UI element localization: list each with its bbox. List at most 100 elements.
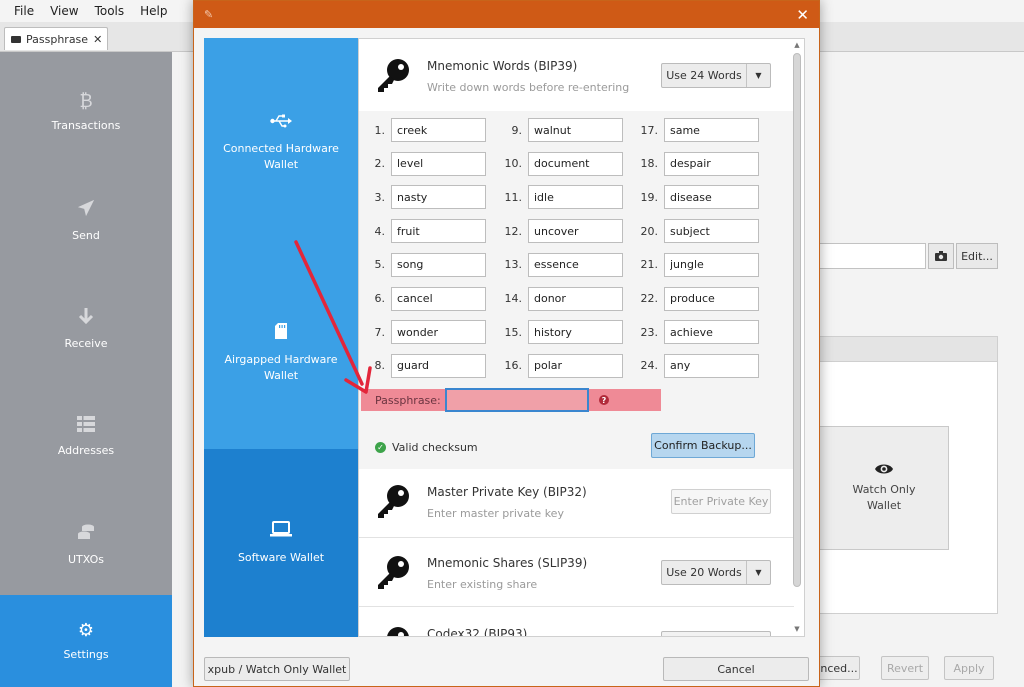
section-title: Mnemonic Words (BIP39)	[427, 59, 578, 73]
word-input[interactable]	[664, 118, 759, 142]
section-subtitle: Write down words before re-entering	[427, 81, 630, 94]
sidebar-item-transactions[interactable]: ₿ Transactions	[0, 66, 172, 158]
word-input[interactable]	[664, 353, 759, 378]
word-input[interactable]	[664, 286, 759, 311]
camera-button[interactable]	[928, 243, 954, 269]
checksum-label: Valid checksum	[392, 441, 478, 454]
word-input[interactable]	[391, 353, 486, 378]
word-number: 20.	[640, 224, 659, 238]
section-title: Mnemonic Shares (SLIP39)	[427, 556, 588, 570]
word-input[interactable]	[664, 320, 759, 345]
mnemonic-word-17: 17.	[632, 118, 759, 142]
send-icon	[77, 199, 95, 221]
menu-help[interactable]: Help	[132, 4, 175, 18]
word-input[interactable]	[391, 185, 486, 210]
option-connected-hardware-wallet[interactable]: Connected Hardware Wallet	[204, 88, 358, 198]
word-input[interactable]	[391, 118, 486, 142]
word-input[interactable]	[391, 252, 486, 277]
cancel-button[interactable]: Cancel	[663, 657, 809, 681]
keystore-panel-header	[818, 336, 998, 362]
mnemonic-word-3: 3.	[359, 185, 486, 210]
xpub-watch-only-button[interactable]: xpub / Watch Only Wallet	[204, 657, 350, 681]
word-number: 14.	[504, 292, 523, 305]
word-number: 24.	[640, 359, 659, 373]
option-software-wallet[interactable]: Software Wallet	[204, 449, 358, 637]
sidebar-item-addresses[interactable]: Addresses	[0, 390, 172, 482]
menu-tools[interactable]: Tools	[87, 4, 133, 18]
sidebar-item-settings[interactable]: ⚙ Settings	[0, 595, 172, 687]
word-input[interactable]	[391, 320, 486, 345]
key-icon	[378, 485, 409, 518]
enter-private-key-button[interactable]: Enter Private Key	[671, 489, 771, 514]
mnemonic-word-14: 14.	[496, 286, 623, 311]
word-number: 6.	[374, 292, 386, 305]
mnemonic-word-6: 6.	[359, 286, 486, 311]
mnemonic-words-section: Mnemonic Words (BIP39) Write down words …	[359, 39, 794, 469]
word-input[interactable]	[664, 151, 759, 176]
word-input[interactable]	[391, 219, 486, 244]
mnemonic-word-13: 13.	[496, 252, 623, 277]
sidebar-item-label: Receive	[64, 336, 108, 350]
word-number: 3.	[374, 190, 386, 204]
word-number: 22.	[640, 292, 659, 305]
mnemonic-word-5: 5.	[359, 252, 486, 277]
sidebar-item-receive[interactable]: Receive	[0, 282, 172, 374]
word-input[interactable]	[528, 252, 623, 277]
checksum-status: ✓ Valid checksum	[375, 441, 478, 454]
passphrase-input[interactable]	[445, 388, 589, 412]
word-input[interactable]	[664, 219, 759, 244]
word-input[interactable]	[528, 320, 623, 345]
word-input[interactable]	[391, 286, 486, 311]
word-input[interactable]	[528, 353, 623, 378]
menu-file[interactable]: File	[6, 4, 42, 18]
scroll-down-icon[interactable]: ▼	[792, 625, 802, 633]
mnemonic-word-20: 20.	[632, 219, 759, 244]
mnemonic-word-9: 9.	[496, 118, 623, 142]
scrollbar[interactable]: ▲ ▼	[792, 41, 802, 633]
key-icon	[387, 627, 409, 636]
mnemonic-word-16: 16.	[496, 353, 623, 378]
word-input[interactable]	[391, 151, 486, 176]
dialog-close-icon[interactable]: ✕	[796, 6, 809, 24]
word-input[interactable]	[528, 286, 623, 311]
word-input[interactable]	[528, 219, 623, 244]
confirm-backup-button[interactable]: Confirm Backup...	[651, 433, 755, 458]
section-subtitle: Enter master private key	[427, 507, 564, 520]
passphrase-row: Passphrase: ?	[361, 388, 661, 412]
menu-view[interactable]: View	[42, 4, 86, 18]
word-input[interactable]	[664, 252, 759, 277]
scroll-up-icon[interactable]: ▲	[792, 41, 802, 49]
word-input[interactable]	[528, 118, 623, 142]
error-icon: ?	[599, 395, 609, 405]
edit-button[interactable]: Edit...	[956, 243, 998, 269]
word-number: 2.	[374, 157, 386, 171]
tab-close-icon[interactable]: ✕	[93, 33, 102, 46]
apply-button[interactable]: Apply	[944, 656, 994, 680]
sidebar-item-utxos[interactable]: UTXOs	[0, 498, 172, 590]
advanced-button[interactable]: nced...	[818, 656, 860, 680]
word-number: 12.	[504, 224, 523, 238]
chevron-down-icon: ▼	[746, 561, 770, 584]
option-airgapped-hardware-wallet[interactable]: Airgapped Hardware Wallet	[204, 298, 358, 408]
sidebar-item-label: Transactions	[51, 118, 121, 132]
word-input[interactable]	[528, 151, 623, 176]
sidebar-item-label: Addresses	[57, 443, 115, 457]
keystore-input[interactable]	[818, 243, 926, 269]
sidebar-item-send[interactable]: Send	[0, 174, 172, 266]
word-input[interactable]	[664, 185, 759, 210]
usb-icon	[270, 114, 292, 131]
mnemonic-word-22: 22.	[632, 286, 759, 311]
scrollbar-thumb[interactable]	[793, 53, 801, 587]
check-icon: ✓	[375, 442, 386, 453]
wallet-import-dialog: ✎ ✕ Connected Hardware Wallet Airgapped …	[193, 0, 820, 687]
share-word-count-select[interactable]: Use 20 Words ▼	[661, 560, 771, 585]
watch-only-wallet-button[interactable]: Watch Only Wallet	[820, 426, 949, 550]
codex-select[interactable]	[661, 631, 771, 636]
revert-button[interactable]: Revert	[881, 656, 929, 680]
key-icon	[378, 556, 409, 589]
watch-only-label: Watch Only Wallet	[852, 483, 916, 512]
tab-passphrase[interactable]: Passphrase ✕	[4, 27, 108, 50]
word-count-select[interactable]: Use 24 Words ▼	[661, 63, 771, 88]
section-header: Mnemonic Shares (SLIP39) Enter existing …	[359, 536, 794, 608]
word-input[interactable]	[528, 185, 623, 210]
